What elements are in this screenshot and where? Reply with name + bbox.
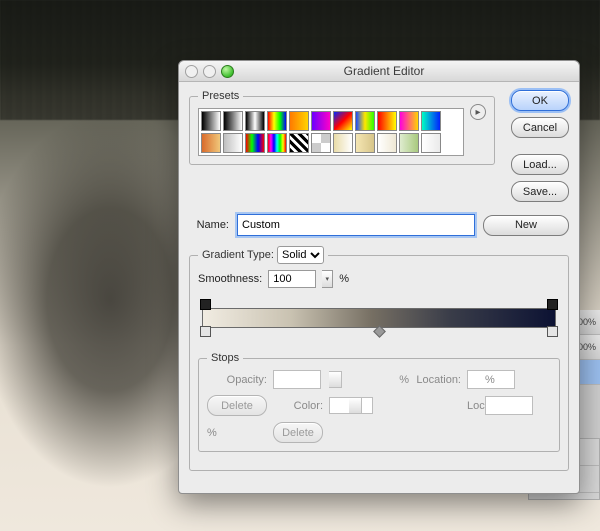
location-label-2: Location: [467, 400, 479, 412]
preset-swatch[interactable] [267, 111, 287, 131]
smoothness-stepper[interactable]: ▾ [322, 270, 333, 288]
color-stop-left[interactable] [200, 326, 211, 337]
new-button[interactable]: New [483, 215, 569, 236]
delete-color-stop-button: Delete [273, 422, 323, 443]
preset-swatch[interactable] [267, 133, 287, 153]
name-label: Name: [189, 219, 229, 231]
presets-menu-icon[interactable]: ▸ [470, 104, 486, 120]
preset-swatch[interactable] [311, 133, 331, 153]
preset-swatch[interactable] [201, 133, 221, 153]
preset-swatch[interactable] [421, 111, 441, 131]
stops-legend: Stops [207, 352, 243, 364]
opacity-label: Opacity: [207, 374, 267, 386]
preset-swatch[interactable] [421, 133, 441, 153]
opacity-stepper [329, 371, 342, 388]
preset-swatch[interactable] [333, 133, 353, 153]
smoothness-label: Smoothness: [198, 273, 262, 285]
opacity-input [273, 370, 321, 389]
gradient-editor-dialog: Gradient Editor Presets ▸ OK Cancel Load… [178, 60, 580, 494]
presets-legend: Presets [198, 90, 243, 102]
preset-swatch[interactable] [399, 111, 419, 131]
preset-swatch[interactable] [289, 111, 309, 131]
preset-swatch[interactable] [377, 133, 397, 153]
opacity-stop-left[interactable] [200, 299, 211, 310]
delete-opacity-stop-button: Delete [207, 395, 267, 416]
preset-swatch[interactable] [245, 133, 265, 153]
preset-swatch-grid[interactable] [198, 108, 464, 156]
preset-swatch[interactable] [201, 111, 221, 131]
location-unit-2: % [207, 427, 267, 439]
preset-swatch[interactable] [223, 133, 243, 153]
gradient-type-label: Gradient Type: [202, 249, 274, 261]
cancel-button[interactable]: Cancel [511, 117, 569, 138]
midpoint-handle[interactable] [374, 325, 387, 338]
smoothness-input[interactable] [268, 270, 316, 288]
location-unit-1: % [485, 374, 545, 386]
preset-swatch[interactable] [223, 111, 243, 131]
color-stop-right[interactable] [547, 326, 558, 337]
gradient-name-input[interactable] [237, 214, 475, 236]
preset-swatch[interactable] [399, 133, 419, 153]
color-stepper [349, 397, 362, 414]
preset-swatch[interactable] [333, 111, 353, 131]
gradient-bar[interactable] [202, 308, 556, 328]
ok-button[interactable]: OK [511, 90, 569, 111]
preset-swatch[interactable] [311, 111, 331, 131]
preset-swatch[interactable] [289, 133, 309, 153]
load-button[interactable]: Load... [511, 154, 569, 175]
percent-sign: % [339, 273, 349, 285]
preset-swatch[interactable] [377, 111, 397, 131]
titlebar[interactable]: Gradient Editor [179, 61, 579, 82]
color-location-input [485, 396, 533, 415]
gradient-type-select[interactable]: Solid [277, 246, 324, 264]
opacity-unit: % [349, 374, 409, 386]
dialog-title: Gradient Editor [195, 64, 573, 78]
preset-swatch[interactable] [355, 111, 375, 131]
save-button[interactable]: Save... [511, 181, 569, 202]
color-label: Color: [273, 400, 323, 412]
preset-swatch[interactable] [355, 133, 375, 153]
opacity-stop-right[interactable] [547, 299, 558, 310]
location-label-1: Location: [415, 374, 461, 386]
gradient-type-row: Gradient Type: Solid [198, 246, 328, 264]
preset-swatch[interactable] [245, 111, 265, 131]
